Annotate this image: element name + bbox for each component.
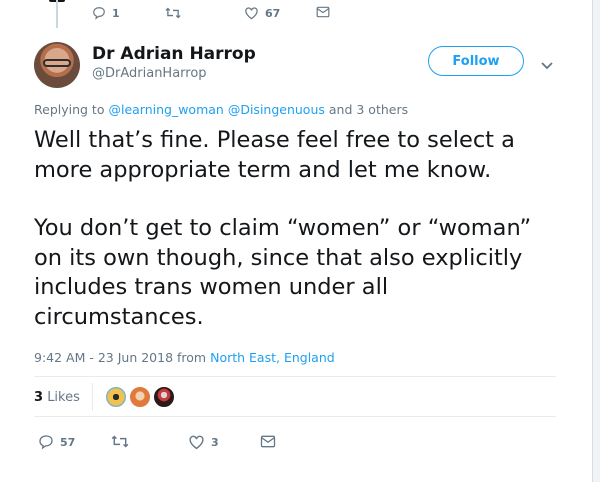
window-edge (592, 0, 600, 482)
likes-count[interactable]: 3 Likes (34, 390, 80, 405)
divider (34, 376, 556, 377)
avatar[interactable] (34, 42, 80, 88)
replying-suffix[interactable]: and 3 others (329, 102, 408, 117)
message-icon (316, 6, 330, 18)
reply-user-2[interactable]: @Disingenuous (228, 102, 325, 117)
liker-avatar[interactable] (104, 386, 127, 408)
retweet-button[interactable] (110, 434, 136, 449)
reply-icon (93, 7, 105, 20)
top-retweet-button[interactable] (164, 6, 188, 20)
top-reply-button[interactable]: 1 (92, 6, 120, 20)
retweet-icon (165, 7, 181, 19)
like-count: 3 (211, 435, 219, 449)
top-like-count: 67 (265, 6, 281, 20)
tweet-text: Well that’s fine. Please feel free to se… (34, 126, 559, 332)
follow-button[interactable]: Follow (428, 46, 524, 76)
tweet-location[interactable]: North East, England (210, 350, 335, 365)
tweet-paragraph-2: You don’t get to claim “women” or “woman… (34, 215, 532, 330)
likes-separator (91, 383, 93, 411)
tweet-paragraph-1: Well that’s fine. Please feel free to se… (34, 127, 515, 183)
thread-line (56, 0, 58, 28)
likes-number: 3 (34, 389, 44, 405)
tweet-meta: 9:42 AM - 23 Jun 2018 from North East, E… (34, 350, 335, 365)
liker-avatar[interactable] (128, 386, 151, 408)
author-handle[interactable]: @DrAdrianHarrop (92, 66, 207, 81)
divider (34, 416, 556, 417)
heart-icon (245, 7, 258, 20)
likes-label: Likes (47, 389, 80, 405)
replying-prefix: Replying to (34, 102, 105, 117)
like-button[interactable]: 3 (188, 434, 219, 450)
reply-count: 57 (60, 435, 76, 449)
reply-button[interactable]: 57 (38, 434, 75, 450)
likes-row: 3 Likes (34, 380, 554, 414)
author-name[interactable]: Dr Adrian Harrop (92, 44, 256, 64)
message-icon (260, 435, 276, 448)
replying-to: Replying to @learning_woman @Disingenuou… (34, 102, 408, 117)
liker-avatars (104, 386, 175, 408)
top-reply-count: 1 (112, 6, 120, 20)
top-message-button[interactable] (316, 6, 330, 18)
liker-avatar[interactable] (152, 386, 175, 408)
heart-icon (189, 435, 204, 450)
message-button[interactable] (260, 435, 276, 448)
reply-user-1[interactable]: @learning_woman (108, 102, 223, 117)
tweet-timestamp[interactable]: 9:42 AM - 23 Jun 2018 from (34, 350, 206, 365)
reply-icon (39, 435, 53, 450)
top-like-button[interactable]: 67 (244, 6, 280, 20)
chevron-down-icon (541, 62, 553, 70)
more-options-button[interactable] (541, 55, 553, 74)
avatar-glasses (43, 59, 71, 67)
retweet-icon (111, 435, 129, 448)
